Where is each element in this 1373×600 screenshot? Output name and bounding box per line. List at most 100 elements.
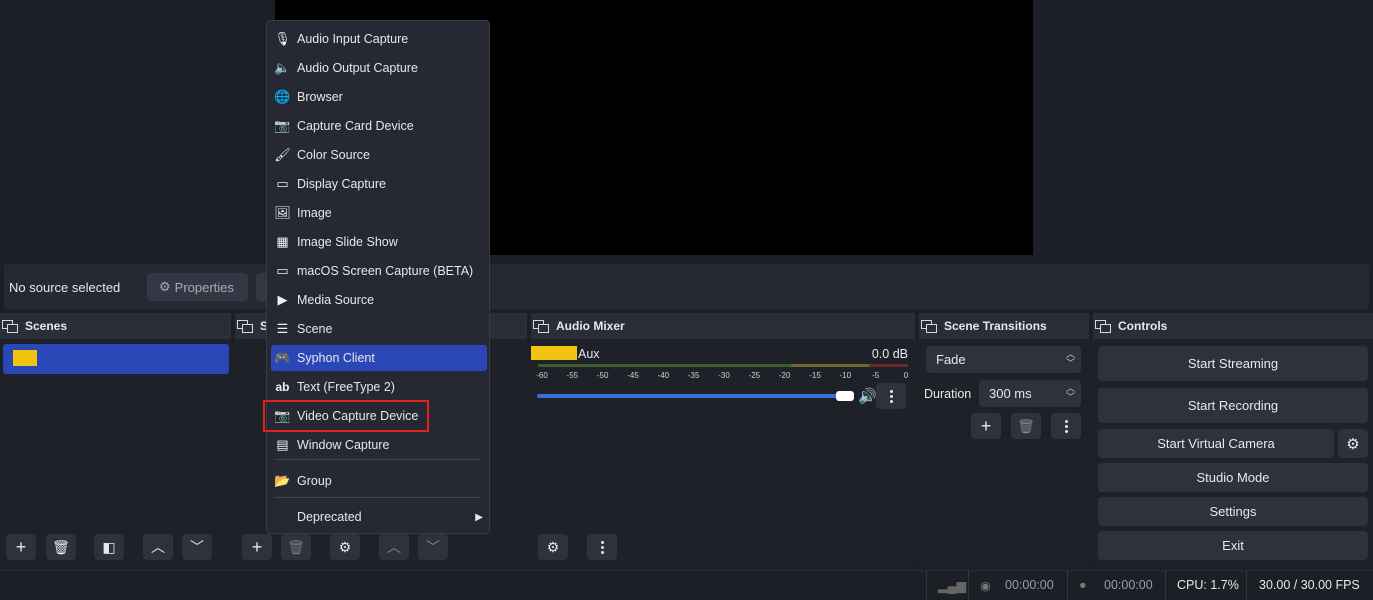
- remove-transition-button[interactable]: 🗑: [1011, 413, 1041, 439]
- move-source-up-button[interactable]: ︿: [379, 534, 409, 560]
- chevron-up-icon: ︿: [151, 539, 165, 555]
- updown-icon: ︿ ﹀: [1065, 349, 1075, 368]
- virtual-camera-settings-button[interactable]: ⚙: [1338, 429, 1368, 458]
- properties-label: Properties: [174, 279, 234, 295]
- signal-bars-icon: ▂▄▆: [938, 579, 967, 593]
- remove-source-button[interactable]: 🗑: [281, 534, 311, 560]
- volume-meter: -60 -55 -50 -45 -40 -35 -30 -25 -20 -15 -10 -5 0: [536, 364, 909, 380]
- menu-item-syphon-client[interactable]: 🎮 Syphon Client: [271, 345, 487, 371]
- menu-item-group[interactable]: 📂 Group: [271, 468, 487, 494]
- meter-tick-label: -50: [597, 371, 609, 380]
- aux-track-color: [531, 346, 577, 360]
- meter-tick-label: -5: [872, 371, 880, 380]
- start-virtual-camera-button[interactable]: Start Virtual Camera: [1098, 429, 1334, 458]
- monitor-icon: ▭: [276, 176, 289, 191]
- menu-separator: [275, 459, 481, 460]
- audio-mixer-title: Audio Mixer: [556, 319, 625, 333]
- menu-item-image-slide-show[interactable]: ▦ Image Slide Show: [271, 229, 487, 255]
- mixer-track-menu-button[interactable]: [876, 383, 906, 409]
- stream-status-icon: ◉: [980, 579, 991, 593]
- trash-icon: 🗑: [52, 538, 70, 555]
- menu-item-label: Audio Input Capture: [297, 32, 409, 46]
- submenu-arrow-icon: ▶: [475, 511, 483, 523]
- play-icon: ▶: [277, 292, 288, 307]
- dock-icon[interactable]: [237, 320, 253, 333]
- stream-time: 00:00:00: [1005, 578, 1054, 592]
- dock-icon[interactable]: [921, 320, 937, 333]
- scene-color-swatch: [13, 350, 37, 366]
- menu-item-browser[interactable]: 🌐 Browser: [271, 84, 487, 110]
- studio-mode-button[interactable]: Studio Mode: [1098, 463, 1368, 492]
- list-icon: ☰: [276, 321, 289, 336]
- transition-value: Fade: [936, 352, 966, 367]
- menu-item-label: Image: [297, 206, 332, 220]
- remove-scene-button[interactable]: 🗑: [46, 534, 76, 560]
- image-icon: 🖼: [274, 205, 291, 220]
- scene-item-selected[interactable]: [3, 344, 229, 374]
- add-source-button[interactable]: +: [242, 534, 272, 560]
- dock-icon[interactable]: [2, 320, 18, 333]
- gear-icon: ⚙: [159, 279, 171, 294]
- transition-menu-button[interactable]: [1051, 413, 1081, 439]
- add-transition-button[interactable]: +: [971, 413, 1001, 439]
- chevron-down-icon: ﹀: [190, 539, 204, 555]
- panel-icon: ◧: [102, 538, 116, 555]
- dock-icon[interactable]: [1095, 320, 1111, 333]
- record-status-icon: ●: [1079, 578, 1087, 592]
- menu-item-label: Image Slide Show: [297, 235, 398, 249]
- menu-item-label: Capture Card Device: [297, 119, 414, 133]
- menu-item-audio-output-capture[interactable]: 🔈 Audio Output Capture: [271, 55, 487, 81]
- menu-item-macos-screen-capture-beta[interactable]: ▭ macOS Screen Capture (BETA): [271, 258, 487, 284]
- status-bar: [0, 570, 1373, 600]
- source-properties-button[interactable]: ⚙: [330, 534, 360, 560]
- menu-item-color-source[interactable]: 🖌 Color Source: [271, 142, 487, 168]
- menu-item-label: Color Source: [297, 148, 370, 162]
- menu-item-audio-input-capture[interactable]: 🎙 Audio Input Capture: [271, 26, 487, 52]
- menu-item-deprecated[interactable]: Deprecated ▶: [271, 504, 487, 530]
- volume-slider[interactable]: [537, 394, 842, 398]
- mixer-settings-button[interactable]: ⚙: [538, 534, 568, 560]
- add-scene-button[interactable]: +: [6, 534, 36, 560]
- duration-spinbox[interactable]: 300 ms ︿ ﹀: [979, 380, 1081, 407]
- menu-item-label: Media Source: [297, 293, 375, 307]
- menu-item-label: macOS Screen Capture (BETA): [297, 264, 474, 278]
- speaker-icon[interactable]: 🔊: [858, 387, 877, 405]
- properties-button[interactable]: ⚙ Properties: [147, 273, 248, 301]
- slideshow-icon: ▦: [276, 234, 289, 249]
- settings-button[interactable]: Settings: [1098, 497, 1368, 526]
- move-scene-down-button[interactable]: ﹀: [182, 534, 212, 560]
- gamepad-icon: 🎮: [274, 350, 291, 365]
- start-streaming-button[interactable]: Start Streaming: [1098, 346, 1368, 381]
- gears-icon: ⚙: [546, 538, 560, 555]
- dock-icon[interactable]: [533, 320, 549, 333]
- volume-slider-handle[interactable]: [836, 391, 854, 401]
- menu-item-capture-card-device[interactable]: 📷 Capture Card Device: [271, 113, 487, 139]
- menu-item-label: Window Capture: [297, 438, 390, 452]
- menu-item-label: Scene: [297, 322, 333, 336]
- meter-tick-label: -10: [840, 371, 852, 380]
- menu-item-window-capture[interactable]: ▤ Window Capture: [271, 432, 487, 458]
- chevron-right-icon: [275, 510, 290, 525]
- mixer-menu-button[interactable]: [587, 534, 617, 560]
- monitor-icon: ▭: [276, 263, 289, 278]
- menu-item-image[interactable]: 🖼 Image: [271, 200, 487, 226]
- aux-track-name: Aux: [578, 347, 600, 361]
- menu-item-media-source[interactable]: ▶ Media Source: [271, 287, 487, 313]
- exit-button[interactable]: Exit: [1098, 531, 1368, 560]
- menu-item-scene[interactable]: ☰ Scene: [271, 316, 487, 342]
- menu-item-label: Text (FreeType 2): [297, 380, 395, 394]
- scene-filters-button[interactable]: ◧: [94, 534, 124, 560]
- trash-icon: 🗑: [287, 538, 305, 555]
- meter-tick-label: -55: [567, 371, 579, 380]
- move-scene-up-button[interactable]: ︿: [143, 534, 173, 560]
- menu-item-display-capture[interactable]: ▭ Display Capture: [271, 171, 487, 197]
- menu-item-text-freetype-2[interactable]: ab Text (FreeType 2): [271, 374, 487, 400]
- transition-select[interactable]: Fade ︿ ﹀: [926, 346, 1081, 373]
- brush-icon: 🖌: [274, 147, 291, 162]
- gear-icon: ⚙: [338, 538, 352, 555]
- scenes-title: Scenes: [25, 319, 68, 333]
- meter-tick-label: 0: [904, 371, 909, 380]
- start-recording-button[interactable]: Start Recording: [1098, 388, 1368, 423]
- microphone-icon: 🎙: [274, 31, 291, 46]
- move-source-down-button[interactable]: ﹀: [418, 534, 448, 560]
